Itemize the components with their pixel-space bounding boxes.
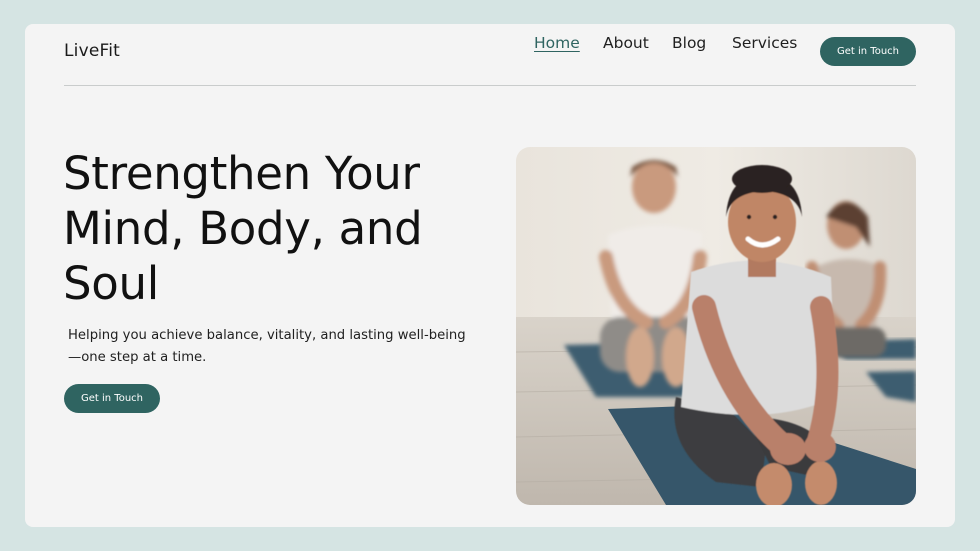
- hero-subtitle: Helping you achieve balance, vitality, a…: [68, 328, 466, 365]
- nav-link-home[interactable]: Home: [534, 34, 580, 52]
- nav-link-services[interactable]: Services: [732, 34, 797, 52]
- header-get-in-touch-button[interactable]: Get in Touch: [820, 37, 916, 66]
- hero-photo: [516, 147, 916, 505]
- header-divider: [64, 85, 916, 86]
- hero-get-in-touch-button[interactable]: Get in Touch: [64, 384, 160, 413]
- site-logo[interactable]: LiveFit: [64, 41, 120, 61]
- hero-title: Strengthen Your Mind, Body, and Soul: [63, 147, 423, 310]
- nav-link-about[interactable]: About: [603, 34, 649, 52]
- page-card: LiveFit Home About Blog Services Get in …: [25, 24, 955, 527]
- nav-link-blog[interactable]: Blog: [672, 34, 706, 52]
